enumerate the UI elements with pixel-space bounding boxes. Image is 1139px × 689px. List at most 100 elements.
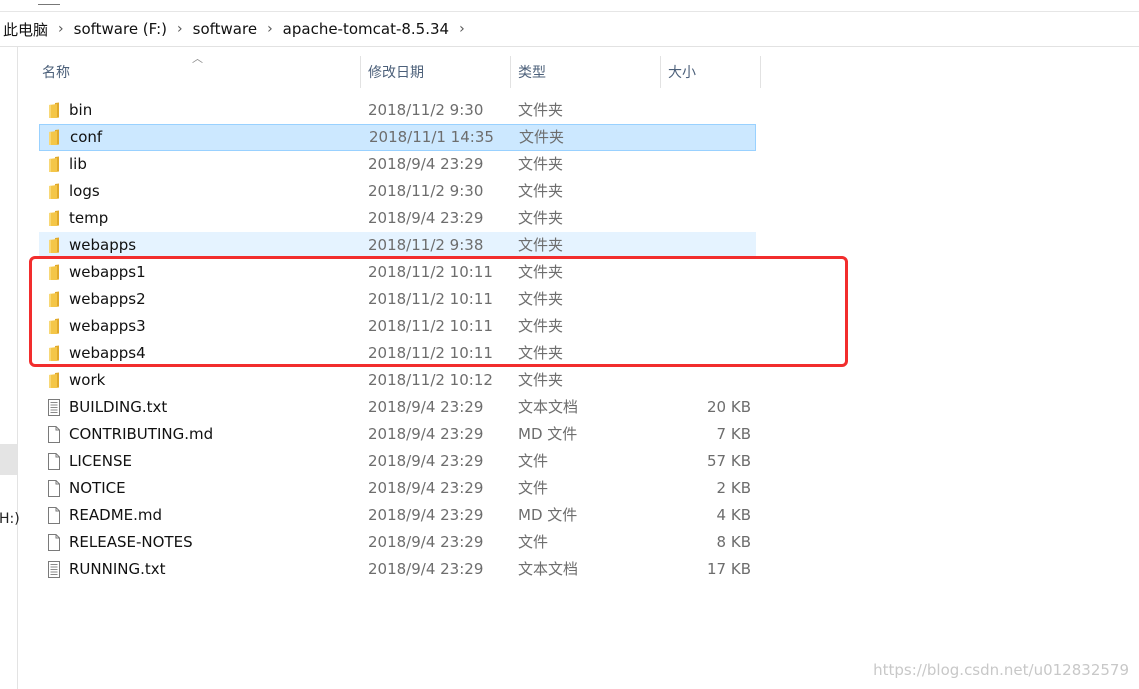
navigation-pane[interactable]: H:) xyxy=(0,47,20,689)
file-row[interactable]: BUILDING.txt 2018/9/4 23:29 文本文档 20 KB xyxy=(39,394,756,421)
file-modified-date: 2018/9/4 23:29 xyxy=(368,209,484,227)
file-type: 文本文档 xyxy=(518,398,579,416)
window-top-strip xyxy=(0,0,1139,12)
file-type: 文本文档 xyxy=(518,560,579,578)
file-size: 4 KB xyxy=(716,506,751,524)
file-size: 7 KB xyxy=(716,425,751,443)
breadcrumb-item-tomcat[interactable]: apache-tomcat-8.5.34 xyxy=(281,20,451,38)
file-row[interactable]: work 2018/11/2 10:12 文件夹 xyxy=(39,367,756,394)
file-name: BUILDING.txt xyxy=(69,398,168,416)
file-row[interactable]: lib 2018/9/4 23:29 文件夹 xyxy=(39,151,756,178)
file-type: 文件夹 xyxy=(518,209,564,227)
file-modified-date: 2018/11/2 9:30 xyxy=(368,101,484,119)
file-type: 文件夹 xyxy=(518,101,564,119)
file-name: CONTRIBUTING.md xyxy=(69,425,214,443)
column-header-size[interactable]: 大小 xyxy=(668,55,696,89)
file-type: 文件 xyxy=(518,533,549,551)
file-modified-date: 2018/9/4 23:29 xyxy=(368,533,484,551)
file-size: 2 KB xyxy=(716,479,751,497)
file-size xyxy=(665,124,752,151)
file-size: 20 KB xyxy=(707,398,751,416)
folder-icon xyxy=(46,156,62,173)
breadcrumb-item-this-pc[interactable]: 此电脑 xyxy=(0,19,50,40)
file-name: NOTICE xyxy=(69,479,126,497)
file-type: 文件夹 xyxy=(518,182,564,200)
file-modified-date: 2018/9/4 23:29 xyxy=(368,398,484,416)
file-icon xyxy=(46,453,62,470)
file-row[interactable]: LICENSE 2018/9/4 23:29 文件 57 KB xyxy=(39,448,756,475)
file-modified-date: 2018/9/4 23:29 xyxy=(368,155,484,173)
text-file-icon xyxy=(46,561,62,578)
file-row[interactable]: webapps 2018/11/2 9:38 文件夹 xyxy=(39,232,756,259)
file-icon xyxy=(46,507,62,524)
file-row[interactable]: README.md 2018/9/4 23:29 MD 文件 4 KB xyxy=(39,502,756,529)
watermark: https://blog.csdn.net/u012832579 xyxy=(873,661,1129,679)
file-size xyxy=(664,178,751,205)
file-modified-date: 2018/9/4 23:29 xyxy=(368,452,484,470)
sort-ascending-icon: ︿ xyxy=(192,52,203,65)
file-name: temp xyxy=(69,209,109,227)
breadcrumb-item-drive[interactable]: software (F:) xyxy=(72,20,169,38)
file-type: 文件夹 xyxy=(519,128,565,146)
chevron-right-icon[interactable]: › xyxy=(459,21,465,37)
file-modified-date: 2018/9/4 23:29 xyxy=(368,479,484,497)
file-name: webapps xyxy=(69,236,137,254)
folder-icon xyxy=(46,372,62,389)
window-top-stub xyxy=(38,0,60,5)
file-row[interactable]: bin 2018/11/2 9:30 文件夹 xyxy=(39,97,756,124)
chevron-right-icon[interactable]: › xyxy=(177,21,183,37)
chevron-right-icon[interactable]: › xyxy=(58,21,64,37)
nav-selected-item[interactable] xyxy=(0,444,17,475)
file-name: conf xyxy=(70,128,103,146)
file-row[interactable]: logs 2018/11/2 9:30 文件夹 xyxy=(39,178,756,205)
file-modified-date: 2018/11/2 9:30 xyxy=(368,182,484,200)
folder-icon xyxy=(46,237,62,254)
nav-drive-label-partial[interactable]: H:) xyxy=(0,511,20,527)
annotation-highlight-box xyxy=(29,256,848,367)
file-type: 文件 xyxy=(518,479,549,497)
file-size xyxy=(664,232,751,259)
file-type: MD 文件 xyxy=(518,425,578,443)
file-name: RUNNING.txt xyxy=(69,560,166,578)
chevron-right-icon[interactable]: › xyxy=(267,21,273,37)
file-modified-date: 2018/11/1 14:35 xyxy=(369,128,494,146)
file-modified-date: 2018/11/2 9:38 xyxy=(368,236,484,254)
file-name: RELEASE-NOTES xyxy=(69,533,193,551)
file-modified-date: 2018/9/4 23:29 xyxy=(368,425,484,443)
column-header-name[interactable]: 名称 xyxy=(42,55,70,89)
column-header-type[interactable]: 类型 xyxy=(518,55,546,89)
file-type: MD 文件 xyxy=(518,506,578,524)
column-divider[interactable] xyxy=(360,56,361,88)
file-row[interactable]: CONTRIBUTING.md 2018/9/4 23:29 MD 文件 7 KB xyxy=(39,421,756,448)
file-icon xyxy=(46,534,62,551)
breadcrumb-divider xyxy=(0,46,1139,47)
file-size xyxy=(664,205,751,232)
file-icon xyxy=(46,480,62,497)
file-modified-date: 2018/11/2 10:12 xyxy=(368,371,493,389)
file-name: lib xyxy=(69,155,87,173)
column-divider[interactable] xyxy=(760,56,761,88)
file-type: 文件 xyxy=(518,452,549,470)
breadcrumb-item-software[interactable]: software xyxy=(191,20,259,38)
file-size xyxy=(664,97,751,124)
folder-icon xyxy=(46,102,62,119)
file-row[interactable]: RUNNING.txt 2018/9/4 23:29 文本文档 17 KB xyxy=(39,556,756,583)
column-divider[interactable] xyxy=(510,56,511,88)
folder-icon xyxy=(46,129,62,146)
file-size xyxy=(664,151,751,178)
file-row[interactable]: temp 2018/9/4 23:29 文件夹 xyxy=(39,205,756,232)
file-icon xyxy=(46,426,62,443)
file-size: 17 KB xyxy=(707,560,751,578)
folder-icon xyxy=(46,210,62,227)
file-size: 57 KB xyxy=(707,452,751,470)
folder-icon xyxy=(46,183,62,200)
file-row[interactable]: RELEASE-NOTES 2018/9/4 23:29 文件 8 KB xyxy=(39,529,756,556)
file-name: logs xyxy=(69,182,100,200)
file-row[interactable]: NOTICE 2018/9/4 23:29 文件 2 KB xyxy=(39,475,756,502)
file-name: LICENSE xyxy=(69,452,132,470)
column-header-date[interactable]: 修改日期 xyxy=(368,55,424,89)
file-type: 文件夹 xyxy=(518,155,564,173)
column-divider[interactable] xyxy=(660,56,661,88)
text-file-icon xyxy=(46,399,62,416)
file-row[interactable]: conf 2018/11/1 14:35 文件夹 xyxy=(39,124,756,151)
